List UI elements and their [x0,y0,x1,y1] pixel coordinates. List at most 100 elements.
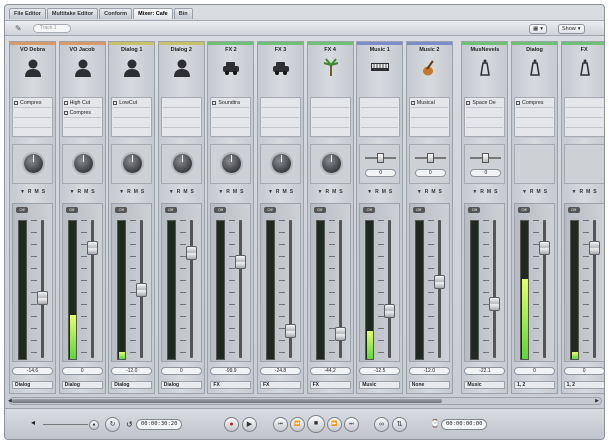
solo-button[interactable]: S [439,189,442,197]
insert-slot[interactable] [410,109,448,118]
dropdown-button[interactable]: ▼ [268,189,273,197]
tab-multitake-editor[interactable]: Multitake Editor [46,8,99,19]
pan-knob[interactable] [24,154,43,173]
record-button[interactable]: R [425,189,429,197]
go-to-end-button[interactable]: ⏭ [344,417,359,432]
insert-slot[interactable]: LowCut [113,99,151,108]
volume-fader[interactable] [136,283,148,298]
rewind-button[interactable]: ⏪ [290,417,305,432]
checkbox[interactable] [516,100,520,105]
channel-name[interactable]: FX 4 [308,47,353,53]
insert-slot[interactable] [262,129,299,138]
insert-slot[interactable] [466,119,504,128]
record-button[interactable]: R [276,189,280,197]
insert-slot[interactable] [516,119,553,128]
pan-thumb[interactable] [377,153,385,163]
dropdown-button[interactable]: ▼ [218,189,223,197]
insert-slot[interactable] [262,99,299,108]
insert-slot[interactable] [63,119,101,128]
insert-slot[interactable] [361,99,399,108]
volume-value[interactable]: -99.9 [210,367,252,375]
automation-button[interactable]: Off [115,207,128,213]
automation-button[interactable]: Off [412,207,425,213]
output-select[interactable]: FX [260,381,301,389]
volume-value[interactable]: -12.0 [111,367,153,375]
insert-slot[interactable] [14,129,51,138]
volume-value[interactable]: -24.8 [260,367,301,375]
mute-button[interactable]: M [431,189,435,197]
pan-value[interactable]: 0 [414,169,446,177]
pan-knob[interactable] [123,154,143,173]
dropdown-button[interactable]: ▼ [572,189,577,197]
dropdown-button[interactable]: ▼ [70,189,75,197]
insert-slot[interactable]: Soundtra [212,99,250,108]
volume-fader[interactable] [86,241,98,256]
volume-fader[interactable] [384,304,396,319]
insert-slot[interactable] [565,109,603,118]
volume-value[interactable]: -44.2 [309,367,351,375]
checkbox[interactable] [63,110,68,115]
automation-button[interactable]: Off [567,207,580,213]
record-button[interactable]: R [177,189,181,197]
insert-slot[interactable] [466,129,504,138]
record-button[interactable]: R [580,189,584,197]
insert-slot[interactable] [516,109,553,118]
insert-slot[interactable]: Compres [516,99,553,108]
record-button[interactable]: R [127,189,131,197]
insert-slot[interactable]: Compres [63,109,101,118]
cycle-button[interactable]: ⇅ [392,417,407,432]
checkbox[interactable] [113,100,118,105]
insert-slot[interactable] [262,119,299,128]
output-select[interactable]: 1, 2 [563,381,604,389]
automation-button[interactable]: Off [65,207,78,213]
checkbox[interactable] [212,100,217,105]
checkbox[interactable] [14,100,18,105]
mute-button[interactable]: M [84,189,88,197]
solo-button[interactable]: S [91,189,94,197]
mute-button[interactable]: M [332,189,336,197]
volume-value[interactable]: -12.5 [359,367,401,375]
pan-value[interactable]: 0 [365,169,397,177]
insert-slot[interactable] [410,119,448,128]
insert-slot[interactable] [565,129,603,138]
pan-thumb[interactable] [482,153,490,163]
pan-knob[interactable] [272,154,291,173]
view-menu-button[interactable]: ▦ ▾ [529,24,547,34]
volume-fader[interactable] [285,324,296,339]
insert-slot[interactable] [162,99,200,108]
insert-slot[interactable] [565,99,603,108]
insert-slot[interactable] [63,129,101,138]
output-select[interactable]: Dialog [12,381,53,389]
checkbox[interactable] [466,100,471,105]
insert-slot[interactable] [113,129,151,138]
solo-button[interactable]: S [593,189,596,197]
output-select[interactable]: Dialog [61,381,103,389]
record-button[interactable]: R [375,189,379,197]
automation-button[interactable]: Off [16,207,28,213]
tab-conform[interactable]: Conform [99,8,133,19]
volume-value[interactable]: 0 [160,367,202,375]
channel-name[interactable]: Music 1 [357,47,402,53]
automation-button[interactable]: Off [468,207,481,213]
current-timecode[interactable]: 00:00:30:20 [136,419,183,430]
tab-file-editor[interactable]: File Editor [9,8,46,19]
volume-fader[interactable] [539,241,550,256]
dropdown-button[interactable]: ▼ [472,189,477,197]
dropdown-button[interactable]: ▼ [318,189,323,197]
automation-button[interactable]: Off [313,207,326,213]
horizontal-scrollbar[interactable]: ◀ ▶ [8,397,602,405]
mute-button[interactable]: M [35,189,39,197]
insert-slot[interactable] [14,119,51,128]
automation-button[interactable]: Off [363,207,376,213]
volume-fader[interactable] [334,326,346,341]
checkbox[interactable] [410,100,415,105]
volume-fader[interactable] [433,274,445,289]
record-button[interactable]: R [530,189,534,197]
insert-slot[interactable] [113,119,151,128]
channel-name[interactable]: MusNevels [462,47,507,53]
dropdown-button[interactable]: ▼ [417,189,422,197]
mute-button[interactable]: M [487,189,491,197]
record-button[interactable]: R [326,189,330,197]
channel-name[interactable]: FX 3 [258,47,303,53]
channel-name[interactable]: FX [562,47,604,53]
